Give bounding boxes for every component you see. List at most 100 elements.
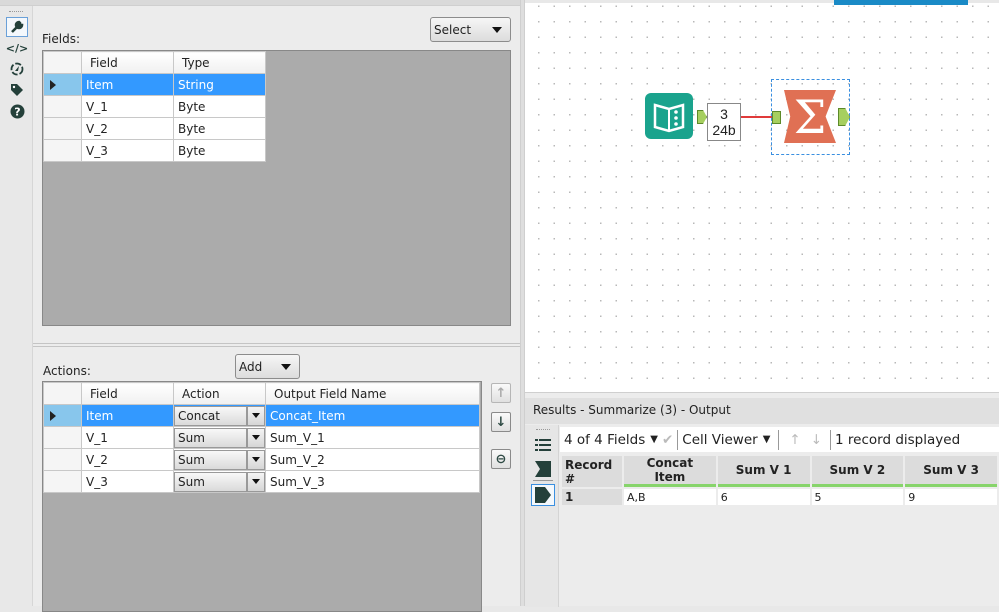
output-field-name-cell[interactable]: Sum_V_2 xyxy=(265,448,480,471)
results-table: Record # Concat Item Sum V 1 Sum V 2 Sum… xyxy=(560,454,999,507)
results-panel: Results - Summarize (3) - Output 4 of 4 … xyxy=(525,392,999,607)
chevron-down-icon[interactable] xyxy=(247,405,265,426)
chevron-down-icon[interactable]: ▼ xyxy=(763,434,771,445)
scroll-up-icon[interactable]: ↑ xyxy=(789,432,800,448)
select-button-label: Select xyxy=(434,22,472,37)
select-dropdown-button[interactable]: Select xyxy=(430,17,511,42)
action-cell[interactable]: Concat xyxy=(173,404,266,427)
move-down-button[interactable]: ↓ xyxy=(491,412,511,432)
wrench-icon[interactable] xyxy=(6,17,28,37)
row-header-corner xyxy=(43,382,82,405)
row-selector[interactable] xyxy=(43,470,82,493)
add-dropdown-button[interactable]: Add xyxy=(235,354,300,379)
column-header-action[interactable]: Action xyxy=(173,382,266,405)
field-name-cell[interactable]: V_3 xyxy=(81,139,174,162)
check-icon[interactable]: ✔ xyxy=(662,432,673,448)
output-field-name-cell[interactable]: Concat_Item xyxy=(265,404,480,427)
column-header-output-field-name[interactable]: Output Field Name xyxy=(265,382,480,405)
input-anchor[interactable] xyxy=(772,111,781,124)
row-selector[interactable] xyxy=(43,448,82,471)
chevron-down-icon[interactable] xyxy=(247,471,265,492)
input-anchor-icon[interactable] xyxy=(535,461,551,480)
result-cell[interactable]: 6 xyxy=(717,489,810,505)
svg-text:?: ? xyxy=(14,105,20,118)
action-cell[interactable]: Sum xyxy=(173,426,266,449)
connection-line[interactable] xyxy=(741,116,772,118)
move-up-button[interactable]: ↑ xyxy=(491,383,511,403)
text-input-tool[interactable] xyxy=(645,93,693,139)
result-cell[interactable]: A,B xyxy=(623,489,716,505)
remove-action-button[interactable]: ⊖ xyxy=(491,449,511,469)
results-row[interactable]: 1 A,B 6 5 9 xyxy=(562,489,997,505)
chevron-down-icon[interactable]: ▼ xyxy=(650,434,658,445)
field-type-cell[interactable]: String xyxy=(173,73,266,96)
action-cell[interactable]: Sum xyxy=(173,448,266,471)
list-icon[interactable] xyxy=(535,438,551,455)
fields-table-row[interactable]: V_1 Byte xyxy=(43,95,266,118)
help-icon[interactable]: ? xyxy=(6,101,28,121)
chevron-down-icon xyxy=(281,364,291,370)
column-header-sum-v1[interactable]: Sum V 1 xyxy=(717,456,810,487)
row-selector[interactable] xyxy=(43,404,82,427)
action-combobox[interactable]: Sum xyxy=(174,449,265,470)
column-header-sum-v2[interactable]: Sum V 2 xyxy=(811,456,904,487)
viewer-selector[interactable]: Cell Viewer xyxy=(682,432,757,448)
row-selector[interactable] xyxy=(43,426,82,449)
actions-table-row[interactable]: V_2 Sum Sum_V_2 xyxy=(43,448,480,471)
result-cell[interactable]: 5 xyxy=(811,489,904,505)
add-button-label: Add xyxy=(239,359,263,374)
output-field-name-cell[interactable]: Sum_V_3 xyxy=(265,470,480,493)
column-header-sum-v3[interactable]: Sum V 3 xyxy=(905,456,997,487)
output-field-name-cell[interactable]: Sum_V_1 xyxy=(265,426,480,449)
action-combobox[interactable]: Sum xyxy=(174,471,265,492)
field-name-cell[interactable]: V_1 xyxy=(81,95,174,118)
action-combobox[interactable]: Sum xyxy=(174,427,265,448)
field-type-cell[interactable]: Byte xyxy=(173,117,266,140)
toolbar-separator xyxy=(677,429,679,450)
results-title: Results - Summarize (3) - Output xyxy=(525,398,999,424)
output-anchor-icon[interactable] xyxy=(531,484,555,506)
actions-table-row[interactable]: V_1 Sum Sum_V_1 xyxy=(43,426,480,449)
column-header-type[interactable]: Type xyxy=(173,51,266,74)
fields-table-row[interactable]: V_3 Byte xyxy=(43,139,266,162)
action-field-cell[interactable]: V_1 xyxy=(81,426,174,449)
fields-table-row[interactable]: Item String xyxy=(43,73,266,96)
fields-selector[interactable]: 4 of 4 Fields xyxy=(564,432,645,448)
code-icon[interactable]: </> xyxy=(6,38,28,58)
rail-grip[interactable] xyxy=(536,429,550,430)
fields-label: Fields: xyxy=(42,32,80,46)
actions-table-row[interactable]: Item Concat Concat_Item xyxy=(43,404,480,427)
field-type-cell[interactable]: Byte xyxy=(173,139,266,162)
action-field-cell[interactable]: Item xyxy=(81,404,174,427)
column-header-field[interactable]: Field xyxy=(81,51,174,74)
actions-grid: Field Action Output Field Name Item Conc… xyxy=(42,381,482,612)
row-selector[interactable] xyxy=(43,117,82,140)
field-name-cell[interactable]: Item xyxy=(81,73,174,96)
row-pointer-icon xyxy=(50,411,56,421)
column-header-record[interactable]: Record # xyxy=(562,456,622,487)
action-cell[interactable]: Sum xyxy=(173,470,266,493)
action-field-cell[interactable]: V_3 xyxy=(81,470,174,493)
arrow-up-icon: ↑ xyxy=(495,385,507,401)
field-type-cell[interactable]: Byte xyxy=(173,95,266,118)
panel-splitter[interactable] xyxy=(33,343,521,347)
rail-grip[interactable] xyxy=(9,11,23,13)
workflow-canvas[interactable] xyxy=(525,0,999,392)
tag-icon[interactable] xyxy=(6,80,28,100)
result-cell[interactable]: 9 xyxy=(905,489,997,505)
compass-icon[interactable] xyxy=(6,59,28,79)
row-selector[interactable] xyxy=(43,73,82,96)
active-workflow-tab[interactable] xyxy=(834,0,968,5)
fields-table-row[interactable]: V_2 Byte xyxy=(43,117,266,140)
column-header-concat-item[interactable]: Concat Item xyxy=(623,456,716,487)
scroll-down-icon[interactable]: ↓ xyxy=(811,432,822,448)
row-selector[interactable] xyxy=(43,139,82,162)
field-name-cell[interactable]: V_2 xyxy=(81,117,174,140)
chevron-down-icon[interactable] xyxy=(247,449,265,470)
action-field-cell[interactable]: V_2 xyxy=(81,448,174,471)
actions-table-row[interactable]: V_3 Sum Sum_V_3 xyxy=(43,470,480,493)
row-selector[interactable] xyxy=(43,95,82,118)
action-combobox[interactable]: Concat xyxy=(174,405,265,426)
chevron-down-icon[interactable] xyxy=(247,427,265,448)
column-header-field[interactable]: Field xyxy=(81,382,174,405)
